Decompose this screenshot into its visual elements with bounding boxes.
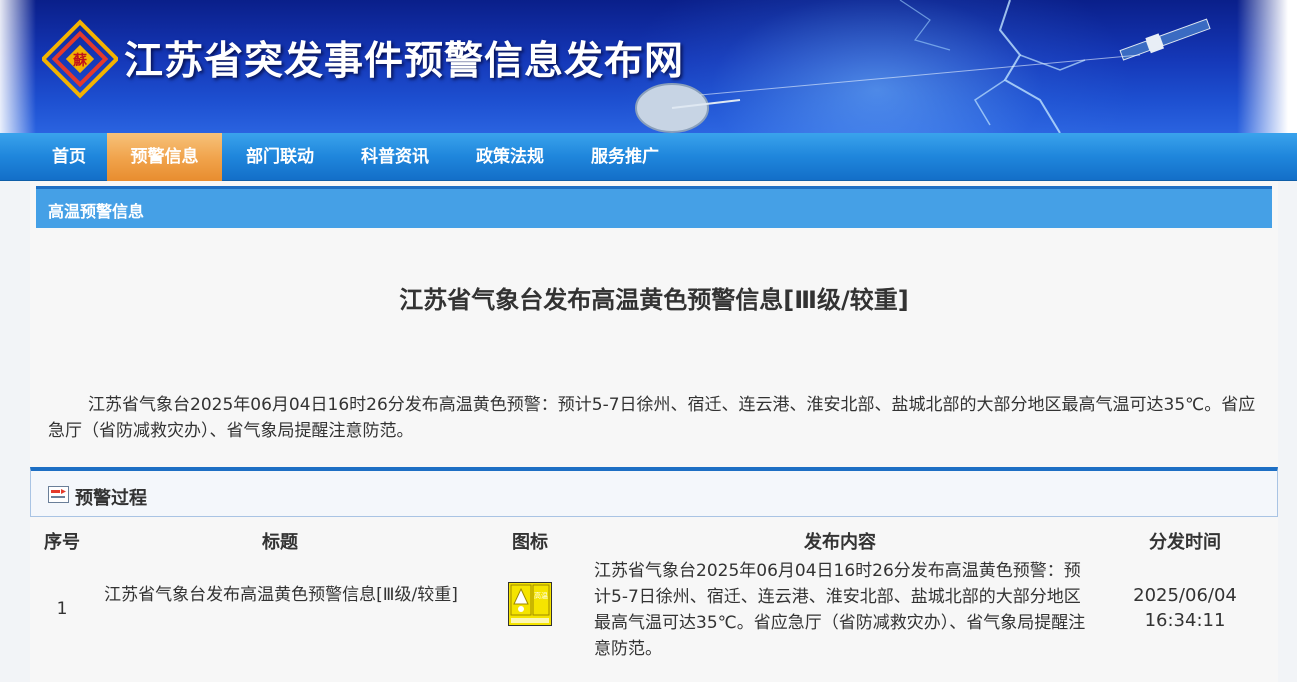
section-header: 高温预警信息 xyxy=(36,186,1272,228)
process-title: 预警过程 xyxy=(75,488,147,509)
row-title-link[interactable]: 江苏省气象台发布高温黄色预警信息[Ⅲ级/较重] xyxy=(102,582,460,608)
banner-cloud-right xyxy=(1237,0,1297,133)
heat-yellow-warning-icon: 高温 xyxy=(508,582,552,626)
nav-item-science[interactable]: 科普资讯 xyxy=(347,133,443,181)
row-index: 1 xyxy=(56,599,68,619)
logo-char: 蘇 xyxy=(72,52,88,69)
col-header-icon: 图标 xyxy=(512,532,548,553)
nav-item-home[interactable]: 首页 xyxy=(36,133,102,181)
header-banner: 蘇 江苏省突发事件预警信息发布网 xyxy=(0,0,1297,133)
col-header-title: 标题 xyxy=(262,532,298,553)
article-title: 江苏省气象台发布高温黄色预警信息[Ⅲ级/较重] xyxy=(399,286,909,314)
row-time: 16:34:11 xyxy=(1144,610,1226,631)
list-icon xyxy=(48,486,69,503)
site-logo-icon: 蘇 xyxy=(42,19,118,99)
nav-item-departments[interactable]: 部门联动 xyxy=(232,133,328,181)
row-date: 2025/06/04 xyxy=(1133,585,1237,606)
col-header-content: 发布内容 xyxy=(804,532,876,553)
site-title: 江苏省突发事件预警信息发布网 xyxy=(124,39,685,84)
article-body: 江苏省气象台2025年06月04日16时26分发布高温黄色预警：预计5-7日徐州… xyxy=(48,395,1256,441)
nav-item-services[interactable]: 服务推广 xyxy=(577,133,673,181)
main-nav: 首页 预警信息 部门联动 科普资讯 政策法规 服务推广 xyxy=(0,133,1297,181)
nav-item-warnings[interactable]: 预警信息 xyxy=(107,133,222,181)
process-header: 预警过程 xyxy=(30,467,1278,517)
col-header-time: 分发时间 xyxy=(1149,532,1221,553)
section-title: 高温预警信息 xyxy=(48,202,145,221)
warn-icon-text: 高温 xyxy=(534,591,548,600)
nav-item-policy[interactable]: 政策法规 xyxy=(462,133,558,181)
banner-cloud-left xyxy=(0,0,36,133)
row-content: 江苏省气象台2025年06月04日16时26分发布高温黄色预警：预计5-7日徐州… xyxy=(594,561,1086,659)
col-header-index: 序号 xyxy=(44,532,80,553)
